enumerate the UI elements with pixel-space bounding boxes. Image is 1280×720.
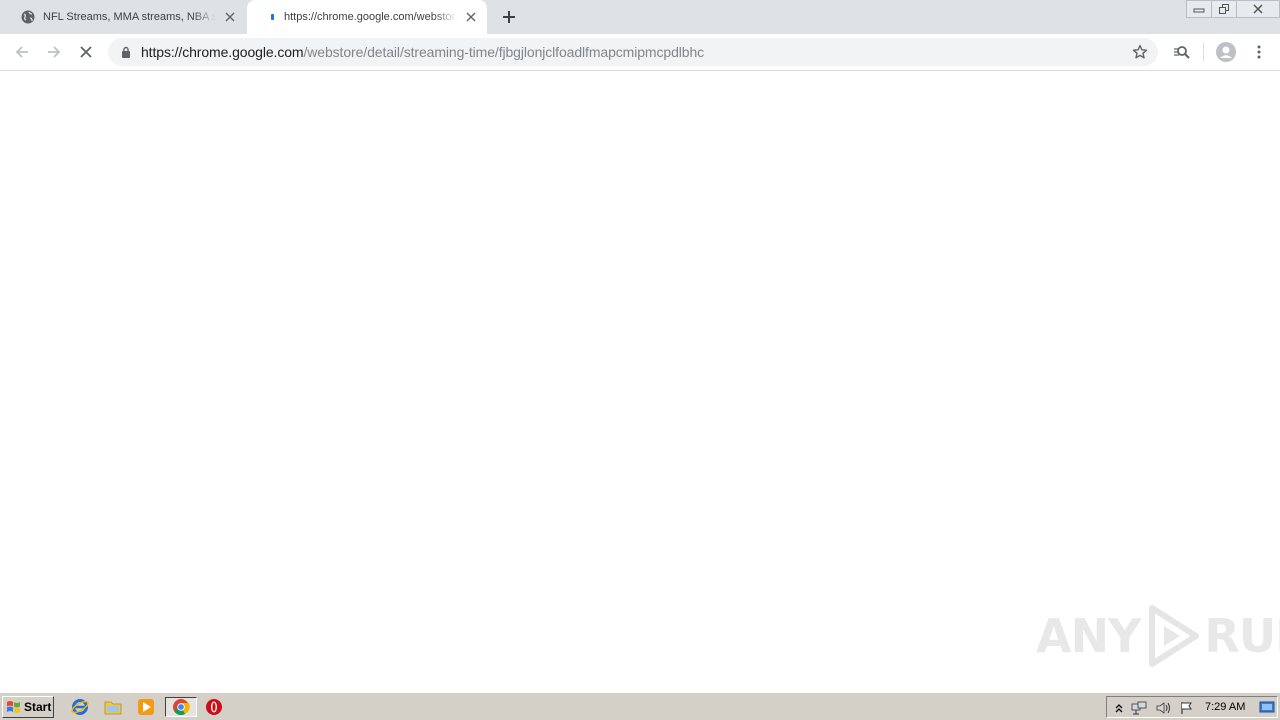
chrome-icon[interactable] bbox=[165, 697, 197, 717]
minimize-icon bbox=[1193, 8, 1205, 13]
tab-webstore[interactable]: https://chrome.google.com/webstore/detai… bbox=[247, 0, 487, 34]
menu-kebab-icon bbox=[1257, 45, 1261, 59]
tab-nfl-streams[interactable]: NFL Streams, MMA streams, NBA streams bbox=[8, 0, 246, 34]
tab-close-icon[interactable] bbox=[461, 7, 481, 27]
action-center-flag-icon[interactable] bbox=[1179, 700, 1195, 716]
taskbar-clock[interactable]: 7:29 AM bbox=[1205, 701, 1245, 713]
start-label: Start bbox=[24, 700, 52, 714]
play-logo-icon bbox=[1149, 605, 1200, 667]
show-desktop-icon[interactable] bbox=[1259, 699, 1275, 715]
bookmark-star-icon[interactable] bbox=[1130, 42, 1150, 62]
browser-toolbar: https://chrome.google.com/webstore/detai… bbox=[0, 34, 1280, 71]
close-icon bbox=[1253, 4, 1263, 14]
system-tray: 7:29 AM bbox=[1106, 696, 1278, 718]
tab-title: https://chrome.google.com/webstore/detai… bbox=[284, 11, 457, 23]
forward-button[interactable] bbox=[40, 38, 68, 66]
watermark-text-right: RUN bbox=[1204, 609, 1280, 663]
restore-button[interactable] bbox=[1211, 0, 1237, 18]
network-icon[interactable] bbox=[1131, 700, 1147, 716]
folder-icon[interactable] bbox=[102, 697, 124, 717]
windows-taskbar: Start 7:29 AM bbox=[0, 692, 1280, 720]
show-hidden-icons-icon[interactable] bbox=[1111, 700, 1127, 716]
new-tab-button[interactable] bbox=[496, 4, 522, 30]
close-window-button[interactable] bbox=[1236, 0, 1280, 18]
opera-icon[interactable] bbox=[203, 697, 225, 717]
forward-arrow-icon bbox=[48, 46, 61, 58]
globe-icon bbox=[20, 9, 36, 25]
loading-spinner-icon bbox=[269, 9, 275, 25]
back-button[interactable] bbox=[8, 38, 36, 66]
tab-close-icon[interactable] bbox=[220, 7, 240, 27]
plus-icon bbox=[503, 11, 515, 23]
window-controls bbox=[1186, 0, 1280, 18]
tab-strip: NFL Streams, MMA streams, NBA streams ht… bbox=[0, 0, 1280, 34]
windows-logo-icon bbox=[7, 701, 20, 713]
volume-icon[interactable] bbox=[1155, 700, 1171, 716]
start-button[interactable]: Start bbox=[2, 696, 54, 718]
address-bar[interactable]: https://chrome.google.com/webstore/detai… bbox=[108, 38, 1158, 66]
minimize-button[interactable] bbox=[1186, 0, 1212, 18]
toolbar-separator bbox=[1203, 43, 1204, 61]
profile-avatar-icon bbox=[1216, 42, 1236, 62]
stop-loading-button[interactable] bbox=[72, 38, 100, 66]
stop-loading-icon bbox=[80, 46, 92, 58]
url-path: /webstore/detail/streaming-time/fjbgjlon… bbox=[303, 44, 705, 60]
url-host: https://chrome.google.com bbox=[141, 44, 304, 60]
back-arrow-icon bbox=[15, 46, 28, 58]
profile-button[interactable] bbox=[1212, 38, 1240, 66]
restore-icon bbox=[1219, 4, 1229, 14]
extension-button[interactable] bbox=[1168, 38, 1196, 66]
url-text[interactable]: https://chrome.google.com/webstore/detai… bbox=[141, 44, 704, 60]
internet-explorer-icon[interactable] bbox=[69, 697, 91, 717]
tab-title: NFL Streams, MMA streams, NBA streams bbox=[43, 11, 216, 23]
media-player-icon[interactable] bbox=[135, 697, 157, 717]
page-content bbox=[0, 72, 1280, 692]
menu-button[interactable] bbox=[1245, 38, 1273, 66]
anyrun-watermark: ANY RUN bbox=[1036, 604, 1280, 668]
watermark-text-left: ANY bbox=[1036, 609, 1141, 663]
extension-icon bbox=[1174, 46, 1190, 59]
lock-icon[interactable] bbox=[120, 45, 132, 59]
